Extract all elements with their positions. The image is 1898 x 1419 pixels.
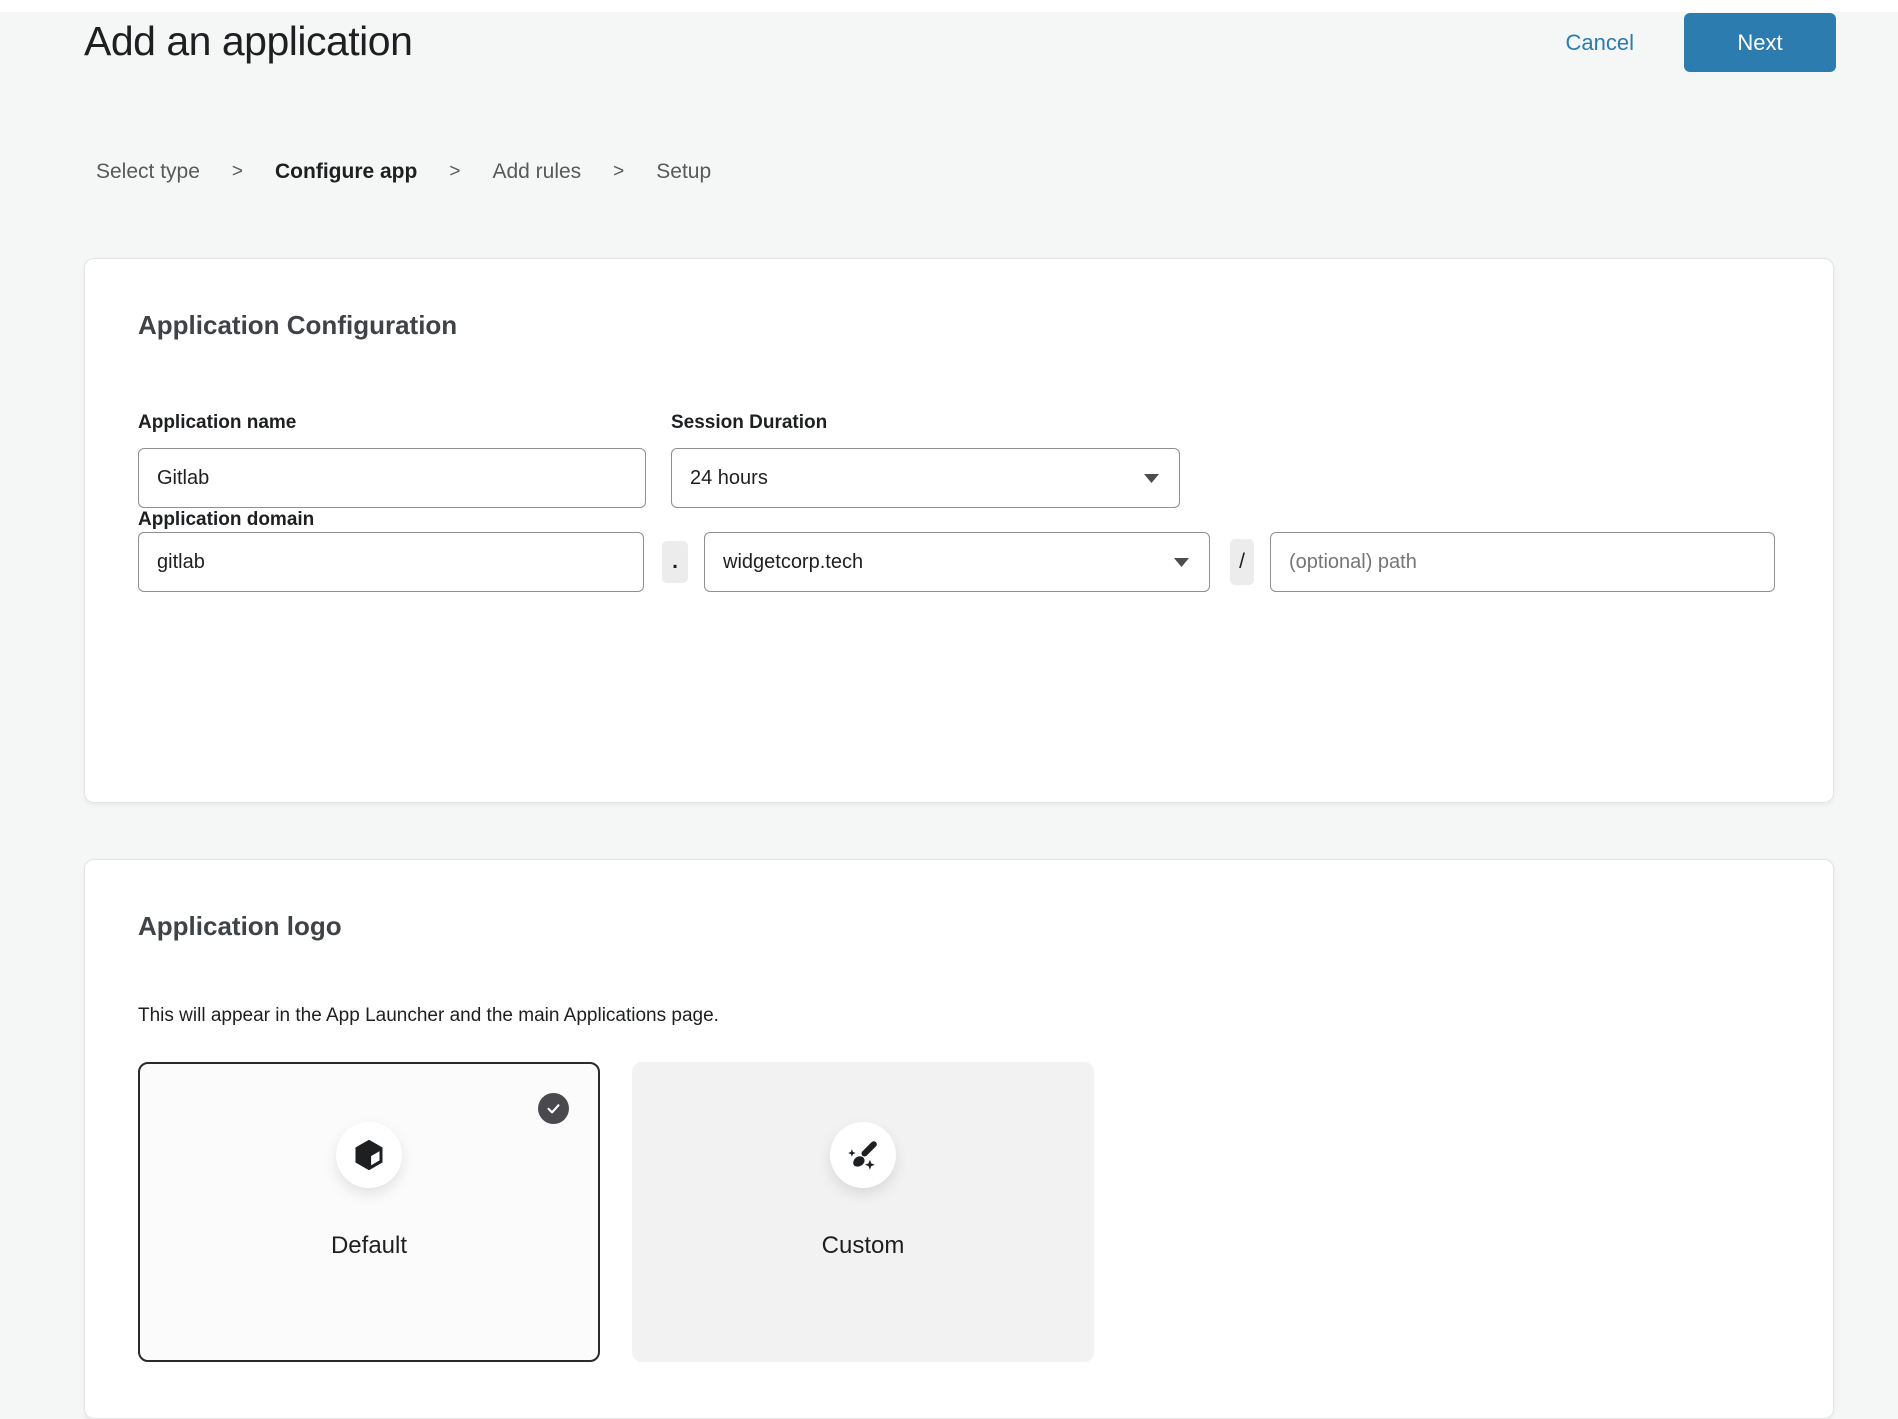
step-setup[interactable]: Setup xyxy=(656,160,711,184)
application-logo-description: This will appear in the App Launcher and… xyxy=(138,1004,1775,1028)
application-name-label: Application name xyxy=(138,411,646,435)
breadcrumb-separator: > xyxy=(449,161,460,183)
path-input[interactable] xyxy=(1270,532,1775,592)
chevron-down-icon xyxy=(1144,474,1159,483)
session-duration-label: Session Duration xyxy=(671,411,1180,435)
slash-separator: / xyxy=(1230,539,1254,585)
header-actions: Cancel Next xyxy=(1566,13,1836,72)
logo-option-label: Custom xyxy=(634,1232,1092,1260)
application-domain-row: . widgetcorp.tech / xyxy=(138,532,1775,592)
logo-option-default[interactable]: Default xyxy=(138,1062,600,1362)
breadcrumb: Select type > Configure app > Add rules … xyxy=(96,160,711,184)
breadcrumb-separator: > xyxy=(613,161,624,183)
next-button[interactable]: Next xyxy=(1684,13,1836,72)
default-logo-circle xyxy=(336,1122,402,1188)
application-domain-label: Application domain xyxy=(138,509,314,530)
application-logo-card: Application logo This will appear in the… xyxy=(84,859,1834,1419)
logo-option-label: Default xyxy=(140,1232,598,1260)
cancel-button[interactable]: Cancel xyxy=(1566,30,1634,56)
dot-separator: . xyxy=(662,541,688,583)
step-configure-app[interactable]: Configure app xyxy=(275,160,417,184)
chevron-down-icon xyxy=(1174,558,1189,567)
domain-value: widgetcorp.tech xyxy=(723,551,863,574)
breadcrumb-separator: > xyxy=(232,161,243,183)
application-configuration-heading: Application Configuration xyxy=(138,309,1775,341)
application-name-input[interactable] xyxy=(138,448,646,508)
page-title: Add an application xyxy=(84,18,412,65)
application-configuration-card: Application Configuration Application na… xyxy=(84,258,1834,803)
subdomain-input[interactable] xyxy=(138,532,644,592)
logo-option-custom[interactable]: Custom xyxy=(632,1062,1094,1362)
custom-logo-circle xyxy=(830,1122,896,1188)
selected-check-badge xyxy=(538,1093,569,1124)
top-strip xyxy=(0,0,1898,12)
logo-options: Default Custom xyxy=(138,1062,1775,1362)
application-logo-heading: Application logo xyxy=(138,910,1775,942)
session-duration-select[interactable]: 24 hours xyxy=(671,448,1180,508)
paintbrush-icon xyxy=(845,1137,881,1173)
cube-icon xyxy=(351,1137,387,1173)
session-duration-value: 24 hours xyxy=(690,467,768,490)
step-add-rules[interactable]: Add rules xyxy=(492,160,581,184)
domain-select[interactable]: widgetcorp.tech xyxy=(704,532,1210,592)
check-icon xyxy=(545,1100,562,1117)
step-select-type[interactable]: Select type xyxy=(96,160,200,184)
